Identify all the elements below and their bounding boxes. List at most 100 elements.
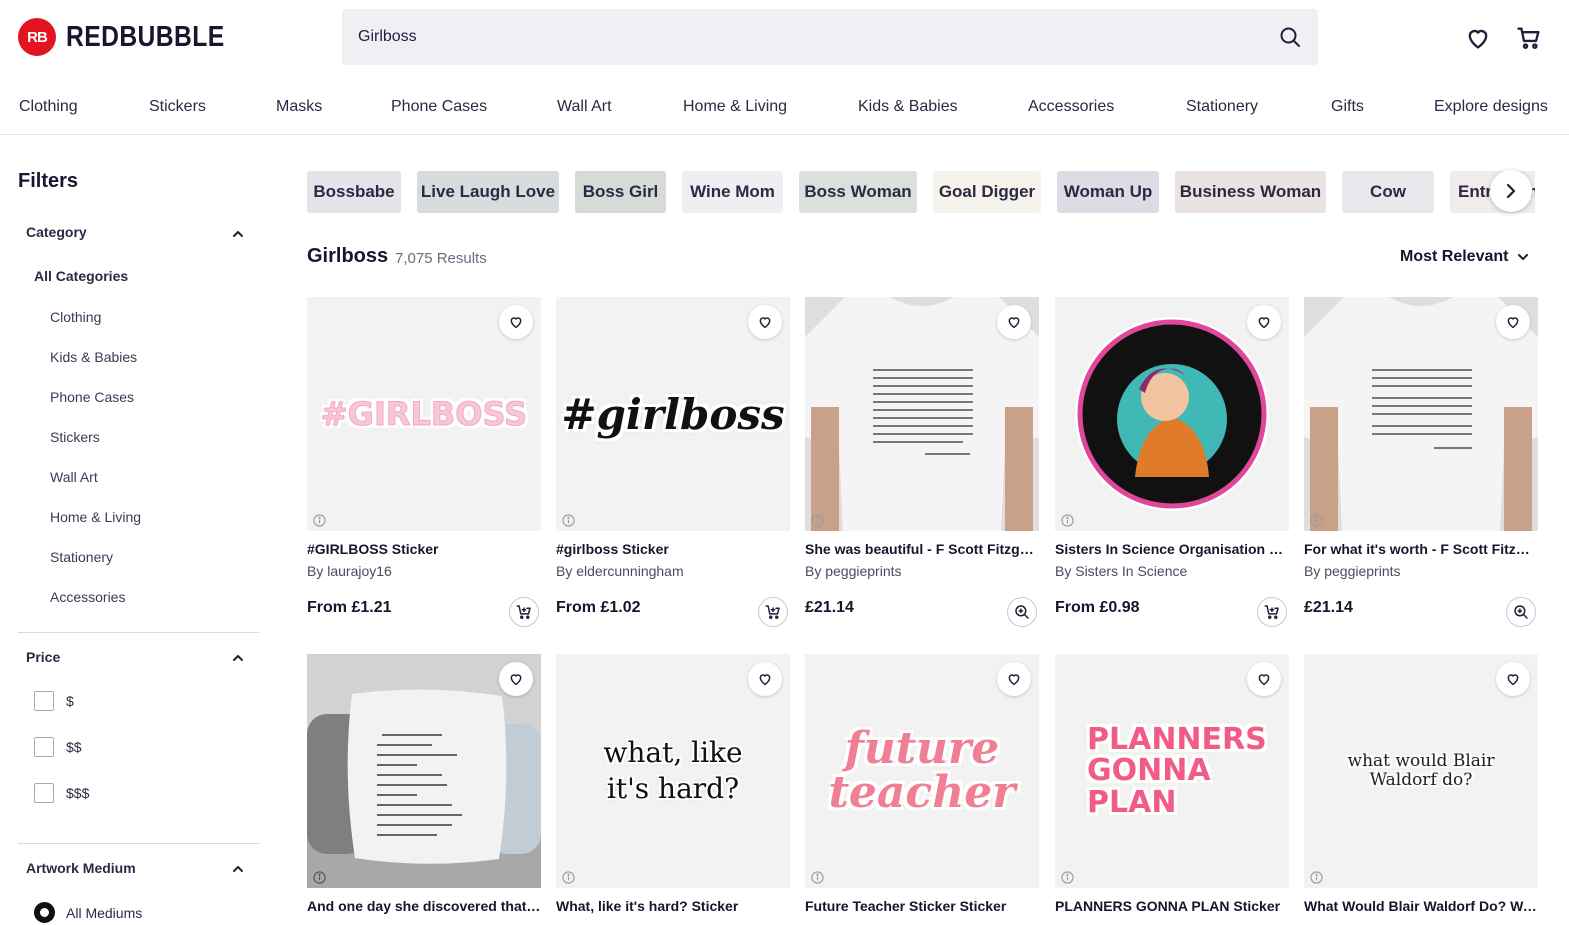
nav-wall-art[interactable]: Wall Art: [557, 98, 612, 116]
artwork-medium-filter-header[interactable]: Artwork Medium: [26, 860, 136, 876]
category-item-kids-babies[interactable]: Kids & Babies: [50, 349, 137, 365]
nav-clothing[interactable]: Clothing: [19, 98, 78, 116]
info-icon[interactable]: [1310, 514, 1323, 527]
tag-chip[interactable]: Boss Girl: [575, 171, 666, 213]
info-icon[interactable]: [811, 871, 824, 884]
info-icon[interactable]: [1061, 871, 1074, 884]
info-icon[interactable]: [562, 871, 575, 884]
info-icon[interactable]: [811, 514, 824, 527]
product-title[interactable]: PLANNERS GONNA PLAN Sticker: [1055, 898, 1289, 914]
nav-kids-babies[interactable]: Kids & Babies: [858, 98, 958, 116]
favorite-button[interactable]: [1496, 305, 1530, 339]
checkbox[interactable]: [34, 783, 54, 803]
favorite-button[interactable]: [748, 305, 782, 339]
info-icon[interactable]: [313, 871, 326, 884]
tags-next-button[interactable]: [1490, 170, 1532, 212]
category-item-stationery[interactable]: Stationery: [50, 549, 113, 565]
favorite-button[interactable]: [1247, 662, 1281, 696]
tag-chip[interactable]: Wine Mom: [682, 171, 783, 213]
nav-stickers[interactable]: Stickers: [149, 98, 206, 116]
category-item-clothing[interactable]: Clothing: [50, 309, 101, 325]
tag-chip[interactable]: Bossbabe: [307, 171, 401, 213]
category-item-wall-art[interactable]: Wall Art: [50, 469, 98, 485]
nav-home-living[interactable]: Home & Living: [683, 98, 787, 116]
product-artist[interactable]: By peggieprints: [805, 563, 902, 579]
product-artist[interactable]: By eldercunningham: [556, 563, 684, 579]
nav-masks[interactable]: Masks: [276, 98, 322, 116]
nav-explore-designs[interactable]: Explore designs: [1434, 98, 1548, 116]
product-image[interactable]: [1055, 297, 1289, 531]
product-title[interactable]: For what it's worth - F Scott Fitzgerald…: [1304, 541, 1538, 557]
chevron-up-icon[interactable]: [230, 861, 246, 877]
add-to-cart-button[interactable]: [509, 597, 539, 627]
product-image[interactable]: future teacher: [805, 654, 1039, 888]
tag-chip[interactable]: Live Laugh Love: [417, 171, 559, 213]
price-option-3[interactable]: $$$: [34, 783, 89, 803]
price-filter-header[interactable]: Price: [26, 649, 60, 665]
category-item-stickers[interactable]: Stickers: [50, 429, 100, 445]
category-item-home-living[interactable]: Home & Living: [50, 509, 141, 525]
add-to-cart-button[interactable]: [1257, 597, 1287, 627]
search-bar[interactable]: [342, 9, 1318, 65]
search-input[interactable]: [358, 28, 1258, 46]
nav-stationery[interactable]: Stationery: [1186, 98, 1258, 116]
favorite-button[interactable]: [499, 305, 533, 339]
medium-option-all[interactable]: All Mediums: [34, 902, 142, 923]
chevron-up-icon[interactable]: [230, 650, 246, 666]
heart-icon[interactable]: [1464, 24, 1492, 52]
category-all[interactable]: All Categories: [34, 268, 128, 284]
category-filter-header[interactable]: Category: [26, 224, 87, 240]
product-image[interactable]: what would Blair Waldorf do?: [1304, 654, 1538, 888]
product-image[interactable]: [805, 297, 1039, 531]
favorite-button[interactable]: [1247, 305, 1281, 339]
product-title[interactable]: #GIRLBOSS Sticker: [307, 541, 541, 557]
favorite-button[interactable]: [748, 662, 782, 696]
favorite-button[interactable]: [499, 662, 533, 696]
tag-chip[interactable]: Cow: [1342, 171, 1434, 213]
product-image[interactable]: [1304, 297, 1538, 531]
product-title[interactable]: #girlboss Sticker: [556, 541, 790, 557]
category-item-phone-cases[interactable]: Phone Cases: [50, 389, 134, 405]
info-icon[interactable]: [1310, 871, 1323, 884]
tag-chip[interactable]: Woman Up: [1057, 171, 1159, 213]
radio-selected[interactable]: [34, 902, 55, 923]
checkbox[interactable]: [34, 737, 54, 757]
favorite-button[interactable]: [1496, 662, 1530, 696]
tag-chip[interactable]: Boss Woman: [799, 171, 917, 213]
product-artist[interactable]: By laurajoy16: [307, 563, 392, 579]
add-to-cart-button[interactable]: [758, 597, 788, 627]
quick-view-button[interactable]: [1506, 597, 1536, 627]
nav-phone-cases[interactable]: Phone Cases: [391, 98, 487, 116]
nav-gifts[interactable]: Gifts: [1331, 98, 1364, 116]
sort-dropdown[interactable]: Most Relevant: [1400, 248, 1530, 266]
favorite-button[interactable]: [997, 662, 1031, 696]
chevron-up-icon[interactable]: [230, 226, 246, 242]
product-image[interactable]: PLANNERS GONNA PLAN: [1055, 654, 1289, 888]
info-icon[interactable]: [562, 514, 575, 527]
tag-chip[interactable]: Goal Digger: [933, 171, 1041, 213]
info-icon[interactable]: [313, 514, 326, 527]
product-title[interactable]: Future Teacher Sticker Sticker: [805, 898, 1039, 914]
favorite-button[interactable]: [997, 305, 1031, 339]
search-icon[interactable]: [1278, 25, 1302, 49]
product-title[interactable]: Sisters In Science Organisation Logo Sti…: [1055, 541, 1289, 557]
product-image[interactable]: [307, 654, 541, 888]
price-option-2[interactable]: $$: [34, 737, 82, 757]
product-image[interactable]: #girlboss: [556, 297, 790, 531]
product-artist[interactable]: By peggieprints: [1304, 563, 1401, 579]
nav-accessories[interactable]: Accessories: [1028, 98, 1114, 116]
category-item-accessories[interactable]: Accessories: [50, 589, 125, 605]
quick-view-button[interactable]: [1007, 597, 1037, 627]
product-image[interactable]: #GIRLBOSS: [307, 297, 541, 531]
tag-chip[interactable]: Business Woman: [1175, 171, 1326, 213]
product-title[interactable]: And one day she discovered that she was …: [307, 898, 541, 914]
product-image[interactable]: what, like it's hard?: [556, 654, 790, 888]
product-title[interactable]: What, like it's hard? Sticker: [556, 898, 790, 914]
product-title[interactable]: She was beautiful - F Scott Fitzgerald T…: [805, 541, 1039, 557]
checkbox[interactable]: [34, 691, 54, 711]
redbubble-logo[interactable]: RB REDBUBBLE: [18, 18, 253, 56]
price-option-1[interactable]: $: [34, 691, 74, 711]
cart-icon[interactable]: [1515, 24, 1543, 52]
product-artist[interactable]: By Sisters In Science: [1055, 563, 1187, 579]
product-title[interactable]: What Would Blair Waldorf Do? Wall Art: [1304, 898, 1538, 914]
